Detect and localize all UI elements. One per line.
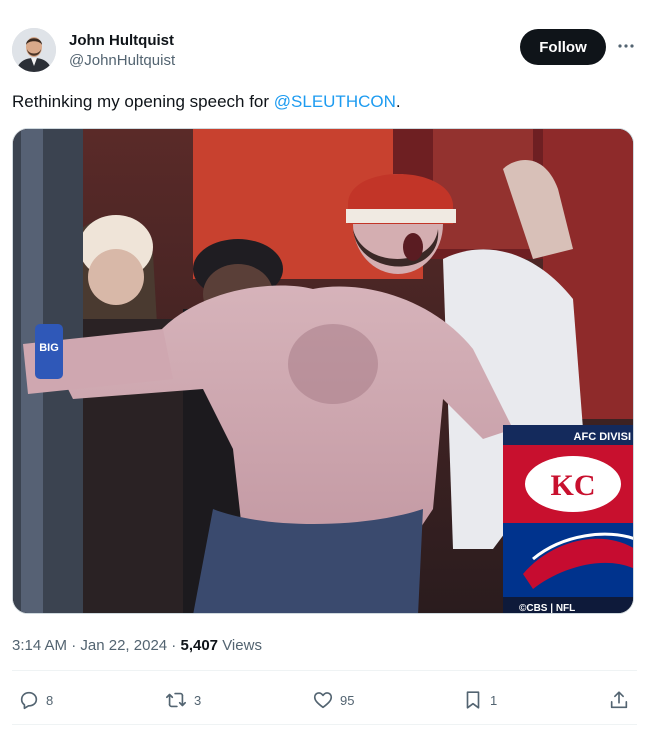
scorebug-team: KC [551, 469, 596, 502]
tweet-time[interactable]: 3:14 AM [12, 637, 67, 654]
like-button[interactable]: 95 [312, 678, 354, 722]
reply-icon [20, 691, 38, 710]
share-button[interactable] [608, 678, 630, 722]
tweet-text-end: . [395, 92, 401, 111]
bookmark-count: 1 [490, 692, 498, 708]
repost-icon [166, 692, 186, 708]
tweet-meta: 3:14 AM · Jan 22, 2024 · 5,407 Views [12, 636, 262, 656]
meta-separator: · [67, 637, 81, 654]
tweet-text-body: Rethinking my opening speech for [12, 92, 274, 111]
like-icon [313, 692, 333, 709]
tweet-photo[interactable]: BIG AFC DIVISI KC ©CBS | NFL [12, 128, 634, 614]
follow-button[interactable]: Follow [520, 29, 606, 65]
avatar[interactable] [12, 28, 56, 72]
tweet-text: Rethinking my opening speech for @SLEUTH… [12, 90, 401, 114]
handle[interactable]: @JohnHultquist [69, 51, 175, 71]
repost-count: 3 [194, 692, 202, 708]
reply-count: 8 [46, 692, 54, 708]
can-label: BIG [39, 342, 59, 354]
photo-image: BIG AFC DIVISI KC ©CBS | NFL [13, 129, 633, 614]
repost-button[interactable]: 3 [164, 678, 201, 722]
tweet-date[interactable]: Jan 22, 2024 [80, 637, 167, 654]
views-count: 5,407 [180, 637, 219, 654]
mention-link[interactable]: @SLEUTHCON [274, 92, 396, 111]
like-count: 95 [340, 692, 355, 708]
more-icon[interactable] [614, 34, 638, 58]
divider [12, 670, 637, 671]
divider-bottom [12, 724, 637, 725]
display-name[interactable]: John Hultquist [69, 31, 175, 51]
network-label: ©CBS | NFL [519, 603, 575, 614]
bookmark-button[interactable]: 1 [462, 678, 497, 722]
action-bar: 8 3 95 1 [12, 678, 637, 722]
views-label: Views [218, 637, 262, 654]
author-names: John Hultquist @JohnHultquist [69, 31, 175, 71]
share-icon [610, 691, 628, 709]
scorebug-title: AFC DIVISI [574, 431, 631, 443]
tweet-header: John Hultquist @JohnHultquist Follow [12, 28, 637, 76]
reply-button[interactable]: 8 [18, 678, 53, 722]
bookmark-icon [466, 691, 480, 709]
meta-separator-2: · [167, 637, 181, 654]
